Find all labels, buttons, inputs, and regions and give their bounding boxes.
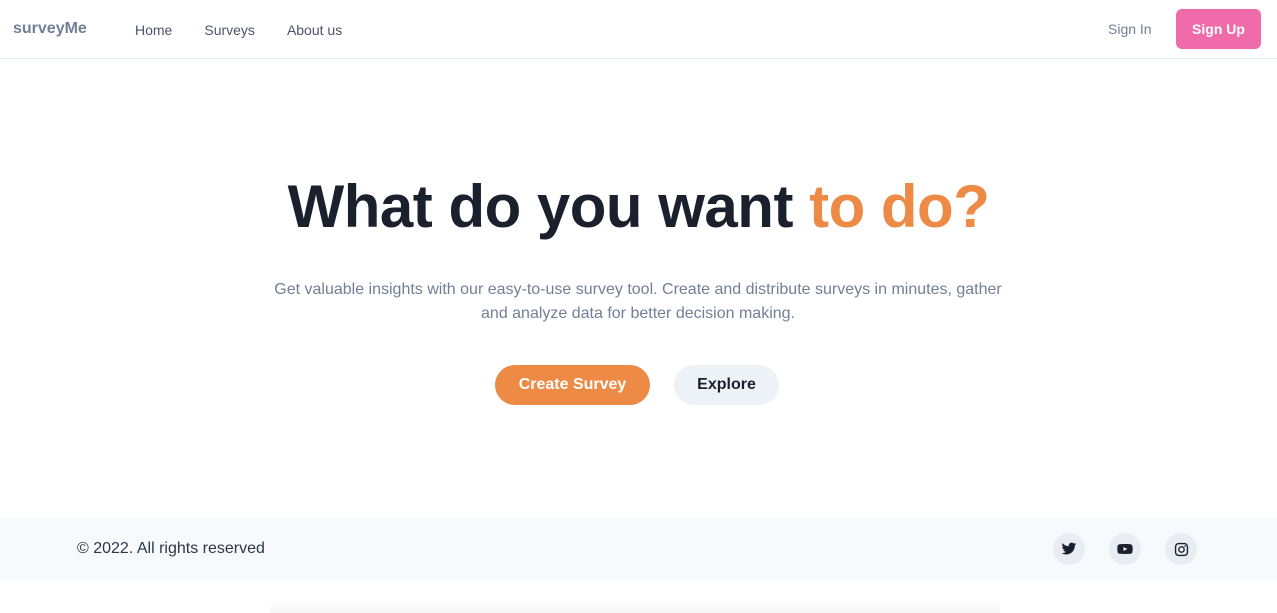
page-footer: © 2022. All rights reserved — [0, 517, 1277, 581]
hero-heading-main: What do you want — [287, 173, 810, 240]
copyright-text: © 2022. All rights reserved — [77, 540, 265, 557]
instagram-icon — [1174, 542, 1188, 556]
hero-heading-accent: to do? — [809, 173, 990, 240]
nav-surveys-link[interactable]: Surveys — [204, 20, 255, 40]
create-survey-button[interactable]: Create Survey — [495, 365, 650, 405]
main-nav: Home Surveys About us — [135, 20, 342, 40]
twitter-icon — [1061, 542, 1077, 555]
hero-description: Get valuable insights with our easy-to-u… — [274, 281, 1002, 322]
brand-logo[interactable]: surveyMe — [13, 19, 87, 39]
instagram-button[interactable] — [1165, 533, 1197, 565]
twitter-button[interactable] — [1053, 533, 1085, 565]
nav-home-link[interactable]: Home — [135, 20, 172, 40]
youtube-icon — [1117, 544, 1133, 554]
hero-heading: What do you want to do? — [0, 172, 1277, 242]
nav-about-link[interactable]: About us — [287, 20, 342, 40]
sign-in-link[interactable]: Sign In — [1108, 19, 1152, 39]
bottom-shadow — [270, 600, 1000, 613]
sign-up-button[interactable]: Sign Up — [1176, 9, 1261, 49]
top-navbar: surveyMe Home Surveys About us Sign In S… — [0, 0, 1277, 59]
explore-button[interactable]: Explore — [674, 365, 779, 405]
youtube-button[interactable] — [1109, 533, 1141, 565]
